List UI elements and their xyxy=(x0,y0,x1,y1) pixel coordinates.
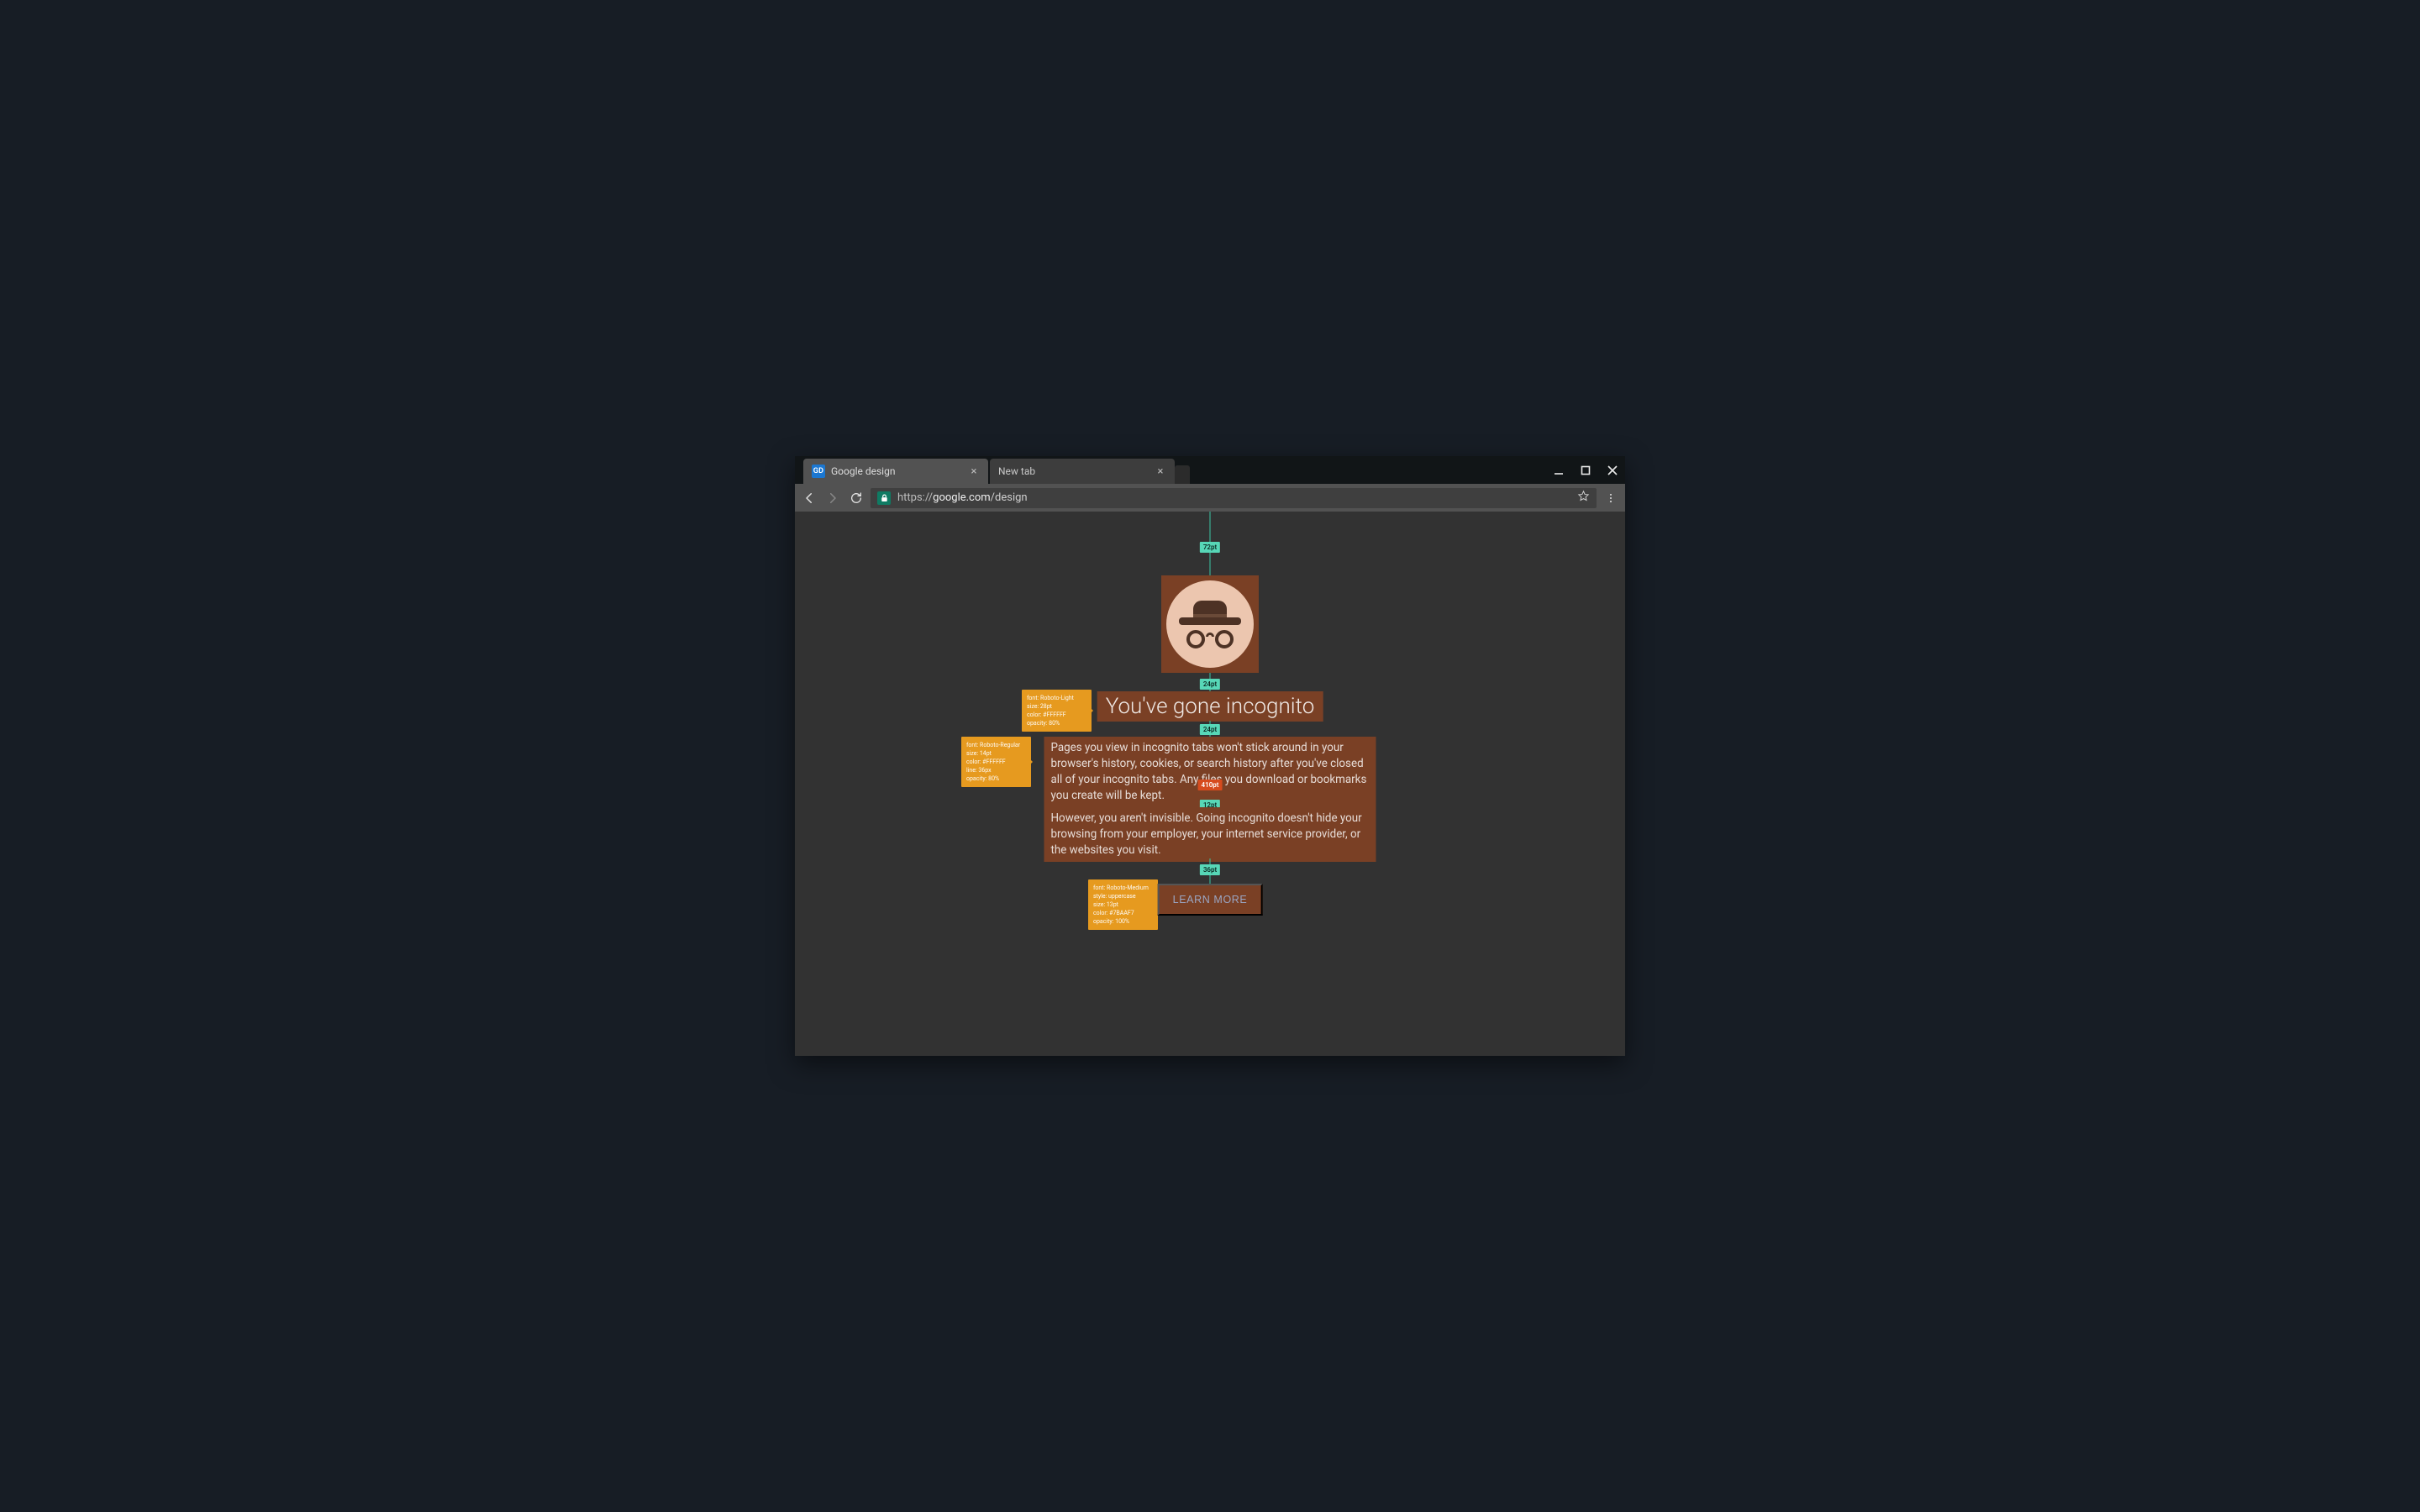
forward-icon[interactable] xyxy=(823,489,842,507)
tab-google-design[interactable]: GD Google design × xyxy=(803,459,988,484)
maximize-icon[interactable] xyxy=(1578,463,1593,478)
spec-callout-title: font: Roboto-Light size: 28pt color: #FF… xyxy=(1022,690,1092,732)
spec-chip: 24pt xyxy=(1200,679,1220,690)
browser-window: GD Google design × New tab × xyxy=(795,456,1625,1056)
close-window-icon[interactable] xyxy=(1605,463,1620,478)
learn-more-button[interactable]: LEARN MORE xyxy=(1158,884,1263,916)
minimize-icon[interactable] xyxy=(1551,463,1566,478)
page-title: You've gone incognito xyxy=(1097,691,1323,722)
lock-icon xyxy=(877,491,891,505)
spec-callout-body: font: Roboto-Regular size: 14pt color: #… xyxy=(961,737,1031,787)
back-icon[interactable] xyxy=(800,489,818,507)
tab-strip: GD Google design × New tab × xyxy=(795,456,1625,484)
spec-width-chip: 410pt xyxy=(1198,780,1223,790)
favicon-icon: GD xyxy=(812,465,825,478)
tab-label: New tab xyxy=(998,465,1035,477)
reload-icon[interactable] xyxy=(847,489,865,507)
page-content: 72pt 24pt font: Roboto-Light size: 28pt … xyxy=(795,512,1625,1056)
spec-chip: 24pt xyxy=(1200,724,1220,735)
incognito-icon xyxy=(1161,575,1259,673)
spec-callout-button: font: Roboto-Medium style: uppercase siz… xyxy=(1088,879,1158,930)
body-paragraph: Pages you view in incognito tabs won't s… xyxy=(1044,737,1376,807)
close-icon[interactable]: × xyxy=(968,465,980,477)
body-paragraph: However, you aren't invisible. Going inc… xyxy=(1044,807,1376,862)
tab-label: Google design xyxy=(831,465,895,477)
window-controls xyxy=(1551,456,1620,484)
menu-kebab-icon[interactable] xyxy=(1602,489,1620,507)
spec-chip: 36pt xyxy=(1200,864,1220,875)
url-text: https://google.com/design xyxy=(897,491,1028,504)
close-icon[interactable]: × xyxy=(1155,465,1166,477)
tab-new-tab[interactable]: New tab × xyxy=(990,459,1175,484)
spec-chip: 72pt xyxy=(1200,542,1220,553)
address-bar[interactable]: https://google.com/design xyxy=(871,488,1597,508)
new-tab-button[interactable] xyxy=(1175,465,1190,484)
bookmark-star-icon[interactable] xyxy=(1577,490,1590,506)
toolbar: https://google.com/design xyxy=(795,484,1625,512)
